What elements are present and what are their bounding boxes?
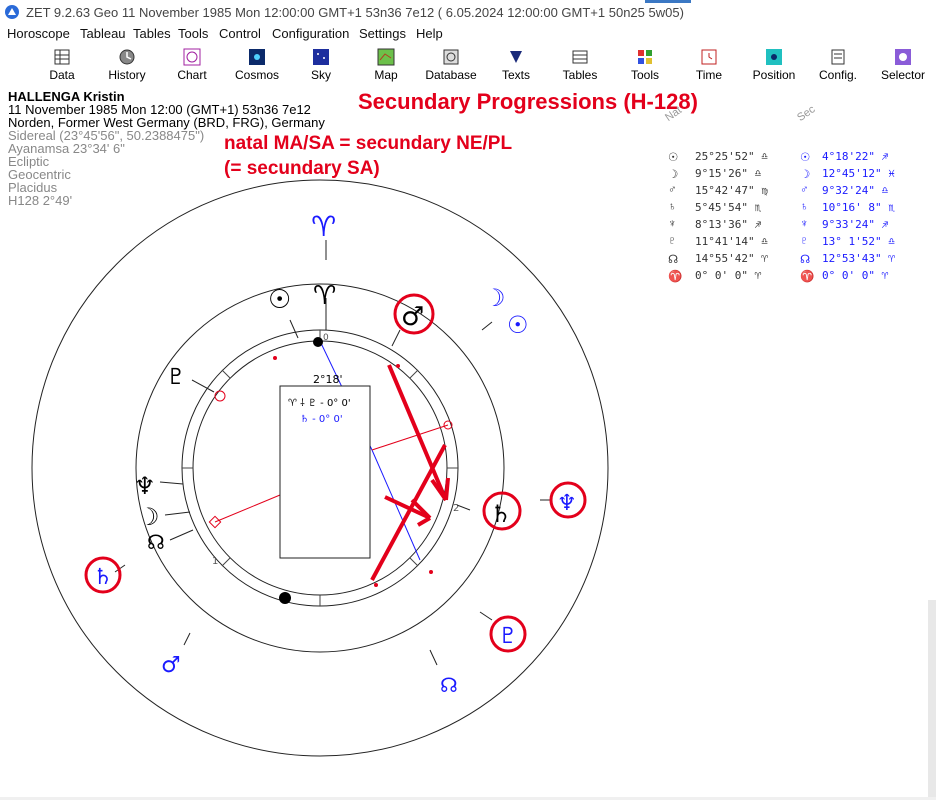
natal-sun-glyph: ☉	[268, 285, 291, 315]
natal-moon-glyph: ☽	[138, 503, 160, 531]
secundary-saturn-glyph: ♄	[93, 565, 113, 590]
vertical-scrollbar[interactable]	[928, 600, 936, 800]
natal-neptune-glyph: ♆	[134, 472, 156, 500]
natal-mars-glyph: ♂	[401, 302, 424, 332]
secundary-mars-glyph: ♂	[161, 653, 181, 678]
position-row: ☽ 9°15'26" ♎ ☽ 12°45'12" ♓	[668, 167, 895, 181]
natal-node-glyph: ☊	[147, 530, 165, 554]
secundary-neptune-glyph: ♆	[557, 491, 577, 516]
scale-label-1: 1	[212, 556, 218, 567]
natal-pluto-marker	[214, 390, 226, 402]
secundary-sun-glyph: ☉	[507, 311, 529, 339]
dial-pointer-bottom[interactable]	[279, 592, 291, 604]
position-row: ♆ 8°13'36" ♐ ♆ 9°33'24" ♐	[668, 218, 889, 231]
dial-pointer-top[interactable]	[313, 337, 323, 347]
position-row: ♇ 11°41'14" ♎ ♇ 13° 1'52" ♎	[668, 235, 895, 248]
secundary-moon-glyph: ☽	[484, 284, 506, 312]
position-row: ♂ 15°42'47" ♍ ♂ 9°32'24" ♎	[668, 184, 889, 197]
midpoint-box	[279, 385, 371, 559]
secundary-node-glyph: ☊	[440, 673, 458, 697]
dial-chart[interactable]: 2°18' ♈ ⸸ ♇ - 0° 0' ♄ - 0° 0' 0 1 2 ☉ ♈ …	[0, 0, 936, 800]
secundary-aries-glyph: ♈	[311, 210, 336, 243]
position-row: ♄ 5°45'54" ♏ ♄ 10°16' 8" ♏	[668, 201, 895, 214]
midpoint-line-left	[214, 494, 281, 523]
pointer-label: 2°18'	[313, 373, 343, 386]
scale-label-2: 2	[453, 503, 459, 514]
natal-pluto-glyph: ♇	[166, 365, 186, 390]
position-row: ♈ 0° 0' 0" ♈ ♈ 0° 0' 0" ♈	[668, 269, 889, 283]
natal-aries-glyph: ♈	[313, 281, 336, 311]
annotation-arrows	[370, 364, 450, 581]
secundary-pluto-glyph: ♇	[498, 624, 518, 649]
scale-label-0: 0	[323, 333, 329, 343]
position-row: ☊ 14°55'42" ♈ ☊ 12°53'43" ♈	[668, 252, 895, 266]
midpoint-row-1: ♈ ⸸ ♇ - 0° 0'	[288, 398, 351, 409]
natal-saturn-glyph: ♄	[490, 500, 512, 528]
midpoint-line-right	[371, 424, 449, 451]
position-row: ☉ 25°25'52" ♎ ☉ 4°18'22" ♐	[668, 150, 889, 164]
midpoint-row-2: ♄ - 0° 0'	[300, 414, 343, 425]
